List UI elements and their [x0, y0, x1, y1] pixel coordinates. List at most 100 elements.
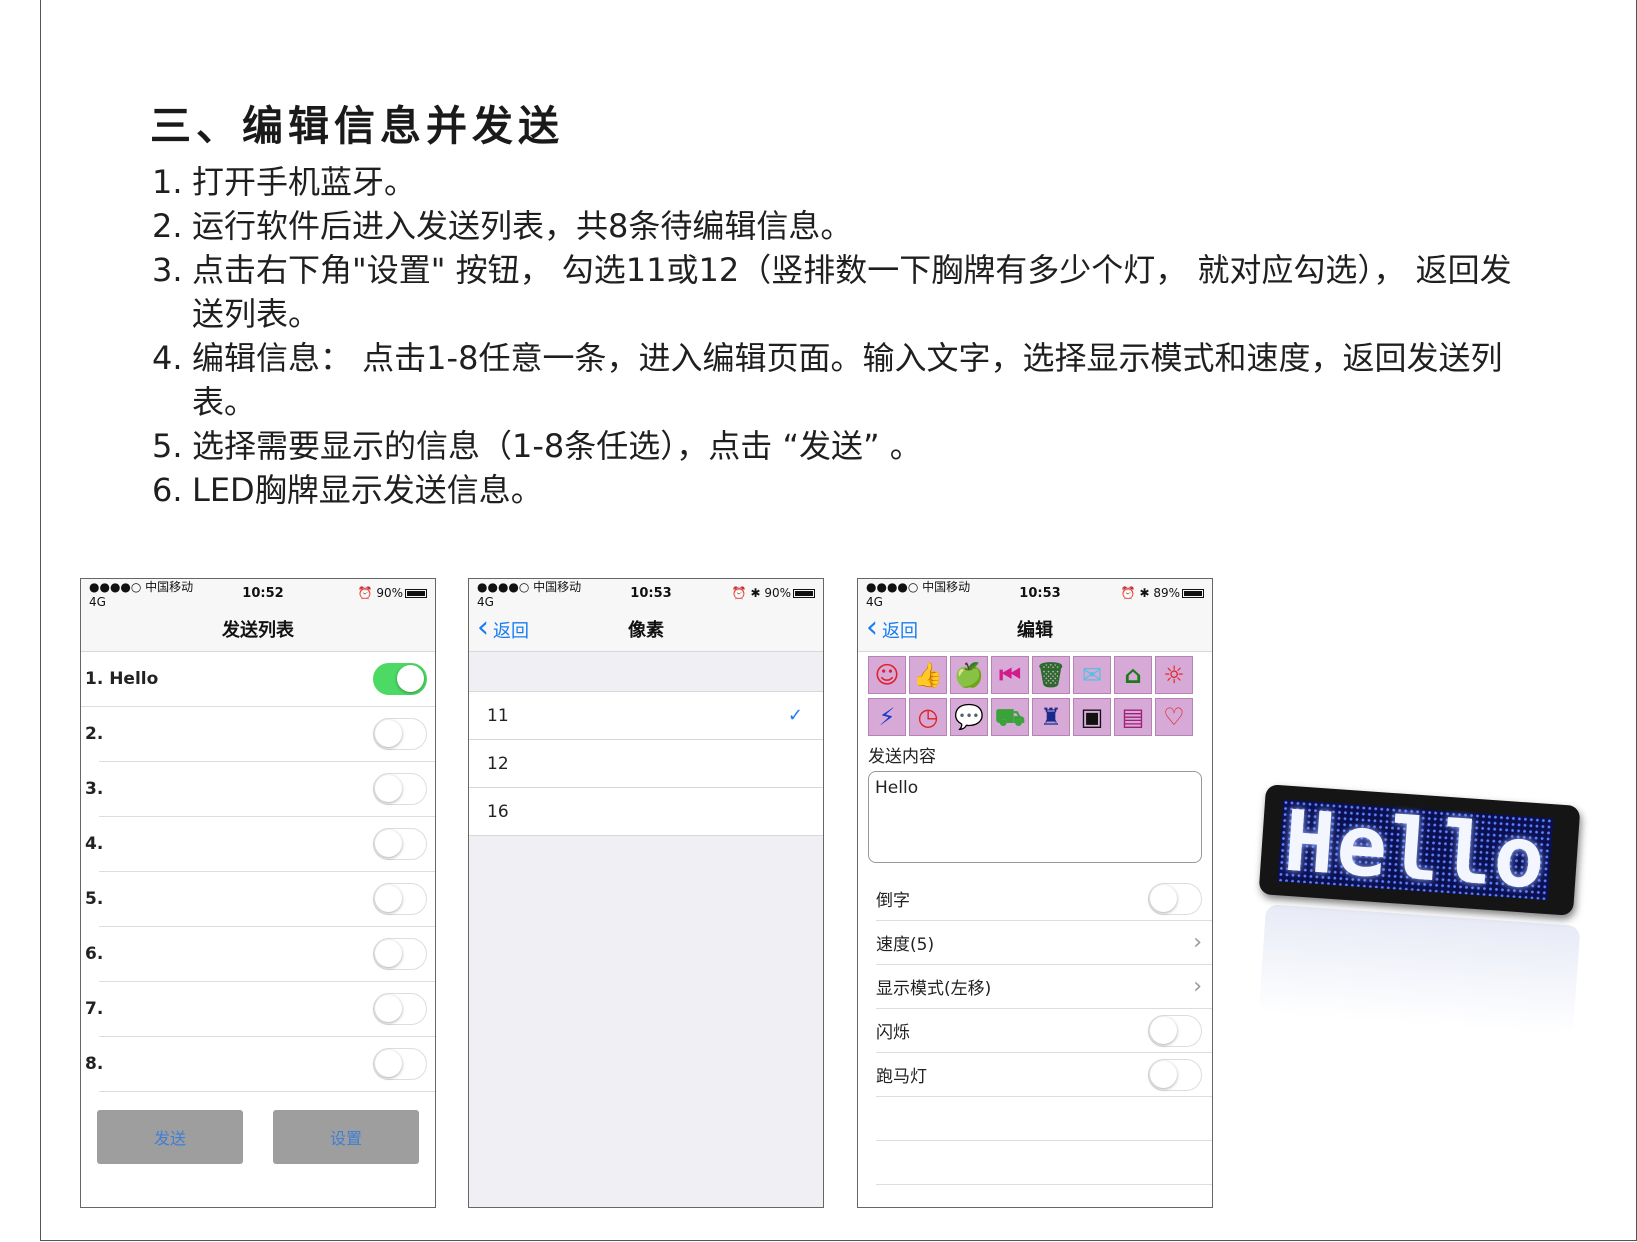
message-toggle[interactable] [373, 663, 427, 695]
message-toggle[interactable] [373, 993, 427, 1025]
action-buttons: 发送 设置 [81, 1110, 435, 1164]
computer-icon[interactable]: ▣ [1073, 698, 1111, 736]
message-label: 1. Hello [85, 669, 159, 689]
list-item[interactable]: 7. [85, 982, 435, 1037]
phone-pixel-select: ●●●●○ 中国移动 4G 10:53 ⏰ ✱ 90% ‹ 返回 像素 11 ✓ 1… [468, 578, 824, 1208]
phone-edit: ●●●●○ 中国移动 4G 10:53 ⏰ ✱ 89% ‹ 返回 编辑 ☺ 👍 🍏 ⏮ 🗑… [857, 578, 1213, 1208]
message-toggle[interactable] [373, 938, 427, 970]
status-bar: ●●●●○ 中国移动 4G 10:52 ⏰ 90% [81, 579, 435, 609]
chevron-right-icon: › [1193, 930, 1202, 955]
badge-reflection [1258, 904, 1581, 1036]
content-textarea[interactable]: Hello [868, 771, 1202, 863]
chevron-left-icon: ‹ [866, 609, 878, 645]
step-text: LED胸牌显示发送信息。 [192, 471, 543, 509]
pixel-option[interactable]: 12✓ [469, 740, 823, 788]
message-toggle[interactable] [373, 718, 427, 750]
thumbs-up-icon[interactable]: 👍 [909, 656, 947, 694]
nav-bar: ‹ 返回 编辑 [858, 607, 1212, 652]
back-label: 返回 [493, 620, 529, 642]
pixel-option[interactable]: 11 ✓ [469, 692, 823, 740]
message-list: 1. Hello 2. 3. 4. 5. 6. 7. 8. [81, 652, 435, 1092]
setting-row-speed[interactable]: 速度(5) › [876, 921, 1212, 965]
heart-icon[interactable]: ♡ [1155, 698, 1193, 736]
send-button[interactable]: 发送 [97, 1110, 243, 1164]
back-button[interactable]: ‹ 返回 [866, 607, 918, 652]
nav-title: 像素 [628, 620, 664, 641]
led-text: Hello [1280, 791, 1551, 908]
alarm-icon: ⏰ ✱ [1120, 586, 1154, 600]
marquee-toggle[interactable] [1148, 1058, 1202, 1091]
section-title: 三、编辑信息并发送 [150, 102, 564, 150]
chevron-right-icon: › [1193, 974, 1202, 999]
clock-icon[interactable]: ◷ [909, 698, 947, 736]
message-toggle[interactable] [373, 828, 427, 860]
pixel-option[interactable]: 16✓ [469, 788, 823, 836]
clock-label: 10:52 [242, 585, 284, 601]
floppy-icon[interactable]: ▤ [1114, 698, 1152, 736]
sun-icon[interactable]: ☼ [1155, 656, 1193, 694]
message-label: 2. [85, 724, 104, 744]
cart-icon[interactable]: ⛟ [991, 698, 1029, 736]
clock-label: 10:53 [1019, 585, 1061, 601]
message-label: 6. [85, 944, 104, 964]
list-item[interactable]: 1. Hello [81, 652, 435, 707]
setting-row-reverse[interactable]: 倒字 [876, 877, 1212, 921]
home-icon[interactable]: ⌂ [1114, 656, 1152, 694]
step-number: 6. [152, 471, 183, 509]
setting-label: 倒字 [876, 891, 910, 911]
battery-percent: 90% [376, 586, 403, 600]
setting-row-marquee[interactable]: 跑马灯 [876, 1053, 1212, 1097]
setting-row-mode[interactable]: 显示模式(左移) › [876, 965, 1212, 1009]
list-item[interactable]: 5. [85, 872, 435, 927]
list-item[interactable]: 3. [85, 762, 435, 817]
list-item[interactable]: 2. [85, 707, 435, 762]
step-item: 2. 运行软件后进入发送列表，共8条待编辑信息。 [152, 204, 1542, 248]
message-toggle[interactable] [373, 773, 427, 805]
led-badge: Hello [1258, 784, 1581, 916]
skip-back-icon[interactable]: ⏮ [991, 656, 1029, 694]
setting-label: 显示模式(左移) [876, 979, 992, 999]
list-item[interactable]: 8. [85, 1037, 435, 1092]
list-item[interactable]: 4. [85, 817, 435, 872]
mail-icon[interactable]: ✉ [1073, 656, 1111, 694]
castle-icon[interactable]: ♜ [1032, 698, 1070, 736]
option-label: 11 [487, 705, 509, 726]
smiley-icon[interactable]: ☺ [868, 656, 906, 694]
message-label: 8. [85, 1054, 104, 1074]
chat-icon[interactable]: 💬 [950, 698, 988, 736]
carrier-label: ●●●●○ 中国移动 4G [477, 579, 582, 609]
apple-icon[interactable]: 🍏 [950, 656, 988, 694]
clock-label: 10:53 [630, 585, 672, 601]
message-toggle[interactable] [373, 883, 427, 915]
step-number: 1. [152, 163, 183, 201]
section-gap [469, 652, 823, 692]
content-label: 发送内容 [868, 747, 936, 767]
step-text: 编辑信息： 点击1-8任意一条，进入编辑页面。输入文字，选择显示模式和速度，返回… [192, 339, 1503, 421]
battery-icon [404, 589, 427, 598]
nav-title: 发送列表 [222, 620, 294, 641]
flash-toggle[interactable] [1148, 1014, 1202, 1047]
back-label: 返回 [882, 620, 918, 642]
setting-label: 闪烁 [876, 1023, 910, 1043]
message-label: 3. [85, 779, 104, 799]
empty-row [876, 1141, 1212, 1185]
reverse-toggle[interactable] [1148, 882, 1202, 915]
step-text: 选择需要显示的信息（1-8条任选），点击 “发送” 。 [192, 427, 922, 465]
setting-row-flash[interactable]: 闪烁 [876, 1009, 1212, 1053]
settings-button[interactable]: 设置 [273, 1110, 419, 1164]
back-button[interactable]: ‹ 返回 [477, 607, 529, 652]
trash-icon[interactable]: 🗑 [1032, 656, 1070, 694]
nav-bar: 发送列表 [81, 607, 435, 652]
option-label: 16 [487, 801, 509, 822]
battery-icon [792, 589, 815, 598]
message-toggle[interactable] [373, 1048, 427, 1080]
step-number: 4. [152, 339, 183, 377]
phone-send-list: ●●●●○ 中国移动 4G 10:52 ⏰ 90% 发送列表 1. Hello … [80, 578, 436, 1208]
nav-title: 编辑 [1017, 620, 1053, 641]
step-item: 1. 打开手机蓝牙。 [152, 160, 1542, 204]
message-label: 5. [85, 889, 104, 909]
list-item[interactable]: 6. [85, 927, 435, 982]
icon-picker: ☺ 👍 🍏 ⏮ 🗑 ✉ ⌂ ☼ ⚡ ◷ 💬 ⛟ ♜ ▣ ▤ ♡ [858, 652, 1212, 736]
lightning-icon[interactable]: ⚡ [868, 698, 906, 736]
